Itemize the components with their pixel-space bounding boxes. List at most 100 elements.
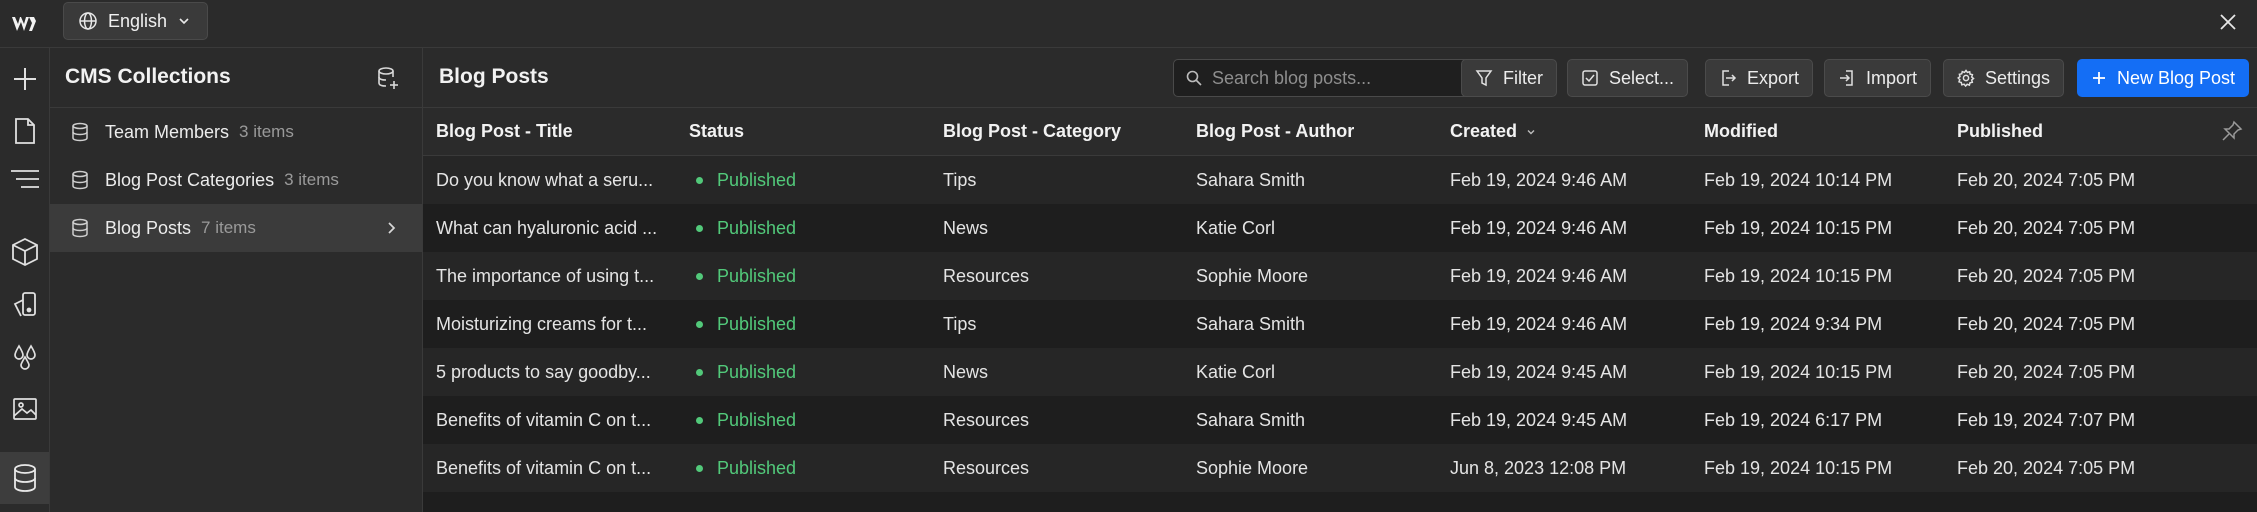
cell-author: Katie Corl (1196, 362, 1276, 382)
search-input[interactable] (1212, 67, 1452, 89)
left-rail (0, 48, 50, 512)
settings-button[interactable]: Settings (1943, 59, 2065, 97)
status-dot (696, 465, 703, 472)
export-icon (1722, 70, 1737, 86)
cell-status: Published (689, 266, 796, 287)
database-icon (72, 122, 88, 142)
drops-icon (14, 344, 36, 370)
close-icon[interactable] (2215, 9, 2241, 35)
cell-modified: Feb 19, 2024 6:17 PM (1704, 410, 1883, 430)
cell-created: Feb 19, 2024 9:45 AM (1450, 362, 1628, 382)
pin-icon[interactable] (2221, 120, 2243, 142)
language-selector[interactable]: English (63, 2, 209, 40)
filter-icon (1475, 70, 1493, 87)
cell-published: Feb 20, 2024 7:05 PM (1957, 458, 2136, 478)
import-button[interactable]: Import (1824, 59, 1932, 97)
table-row[interactable]: The importance of using t... Published R… (423, 252, 2257, 300)
cms-panel-button[interactable] (0, 452, 49, 504)
chevron-down-icon (179, 18, 189, 25)
collections-header: CMS Collections (50, 48, 422, 108)
cell-status: Published (689, 170, 796, 191)
database-icon (13, 464, 36, 492)
collection-item-team-members[interactable]: Team Members 3 items (50, 108, 422, 156)
column-header-title[interactable]: Blog Post - Title (436, 121, 573, 142)
page-icon (15, 118, 35, 144)
cell-category: Resources (943, 410, 1030, 430)
status-dot (696, 369, 703, 376)
table-row[interactable]: Benefits of vitamin C on t... Published … (423, 444, 2257, 492)
collection-content: Blog Posts Filter Select... Export Impor… (423, 48, 2257, 512)
collection-item-blog-posts[interactable]: Blog Posts 7 items (50, 204, 422, 252)
cell-status: Published (689, 218, 796, 239)
collection-toolbar: Blog Posts Filter Select... Export Impor… (423, 48, 2257, 108)
webflow-logo-icon[interactable] (10, 12, 40, 36)
cell-title: Benefits of vitamin C on t... (436, 458, 652, 478)
variables-panel-button[interactable] (7, 338, 43, 374)
table-row[interactable]: Moisturizing creams for t... Published T… (423, 300, 2257, 348)
new-blog-post-button[interactable]: New Blog Post (2077, 59, 2250, 97)
status-dot (696, 273, 703, 280)
components-panel-button[interactable] (7, 234, 43, 270)
cms-collections-panel: CMS Collections Team Members 3 items Blo… (50, 48, 423, 512)
column-header-author[interactable]: Blog Post - Author (1196, 121, 1354, 142)
cell-published: Feb 19, 2024 7:07 PM (1957, 410, 2136, 430)
cell-modified: Feb 19, 2024 10:15 PM (1704, 218, 1893, 238)
export-button[interactable]: Export (1705, 59, 1814, 97)
cell-created: Feb 19, 2024 9:46 AM (1450, 218, 1628, 238)
status-dot (696, 321, 703, 328)
cell-category: Tips (943, 170, 977, 190)
column-header-category[interactable]: Blog Post - Category (943, 121, 1121, 142)
collection-count: 7 items (201, 218, 256, 237)
top-bar: English (0, 0, 2257, 48)
table-row[interactable]: What can hyaluronic acid ... Published N… (423, 204, 2257, 252)
add-panel-button[interactable] (7, 61, 43, 97)
column-header-modified[interactable]: Modified (1704, 121, 1778, 142)
select-label: Select... (1609, 67, 1675, 88)
cell-status: Published (689, 410, 796, 431)
collection-title: Blog Posts (439, 65, 549, 88)
style-icon (13, 292, 36, 317)
cell-modified: Feb 19, 2024 10:14 PM (1704, 170, 1893, 190)
filter-button[interactable]: Filter (1461, 59, 1557, 97)
cell-author: Katie Corl (1196, 218, 1276, 238)
import-icon (1840, 70, 1853, 86)
status-dot (696, 225, 703, 232)
cell-author: Sophie Moore (1196, 266, 1309, 286)
plus-icon (14, 68, 36, 90)
table-row[interactable]: Benefits of vitamin C on t... Published … (423, 396, 2257, 444)
cell-modified: Feb 19, 2024 10:15 PM (1704, 266, 1893, 286)
cell-created: Feb 19, 2024 9:46 AM (1450, 170, 1628, 190)
cell-title: Benefits of vitamin C on t... (436, 410, 652, 430)
status-dot (696, 177, 703, 184)
table-row[interactable]: Do you know what a seru... Published Tip… (423, 156, 2257, 204)
collection-count: 3 items (239, 122, 294, 141)
cell-category: News (943, 362, 989, 382)
components-icon (12, 237, 38, 267)
database-icon (72, 218, 88, 238)
cell-modified: Feb 19, 2024 9:34 PM (1704, 314, 1883, 334)
cell-title: The importance of using t... (436, 266, 655, 286)
column-header-published[interactable]: Published (1957, 121, 2043, 142)
navigator-panel-button[interactable] (7, 161, 43, 197)
column-header-created[interactable]: Created (1450, 121, 1537, 142)
column-header-status[interactable]: Status (689, 121, 744, 142)
database-icon (72, 170, 88, 190)
style-manager-button[interactable] (7, 286, 43, 322)
collections-title: CMS Collections (65, 65, 231, 88)
add-collection-icon[interactable] (376, 66, 400, 90)
collection-item-blog-post-categories[interactable]: Blog Post Categories 3 items (50, 156, 422, 204)
cell-category: Tips (943, 314, 977, 334)
cell-status: Published (689, 458, 796, 479)
collection-name: Team Members (105, 121, 230, 142)
language-label: English (108, 10, 168, 31)
search-box[interactable] (1173, 59, 1471, 97)
select-button[interactable]: Select... (1567, 59, 1689, 97)
pages-panel-button[interactable] (7, 113, 43, 149)
search-icon (1186, 70, 1202, 86)
table-row[interactable]: 5 products to say goodby... Published Ne… (423, 348, 2257, 396)
import-label: Import (1866, 67, 1918, 88)
assets-panel-button[interactable] (7, 390, 43, 426)
globe-icon (79, 12, 97, 30)
image-icon (13, 398, 37, 420)
gear-icon (1957, 69, 1975, 87)
